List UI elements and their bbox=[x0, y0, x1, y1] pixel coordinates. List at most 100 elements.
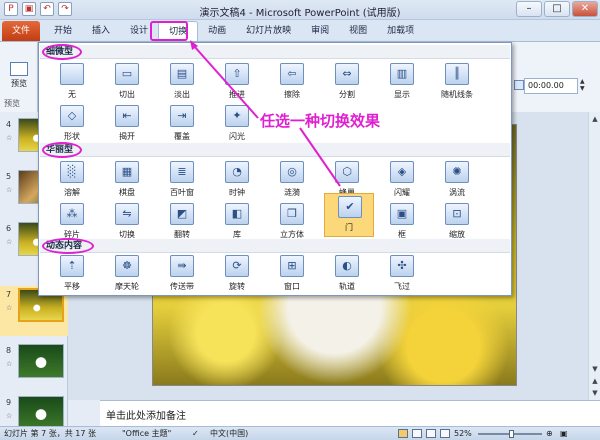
status-bar: 幻灯片 第 7 张，共 17 张 "Office 主题" ✓ 中文(中国) 52… bbox=[0, 426, 600, 440]
transition-cut[interactable]: ▭ 切出 bbox=[102, 61, 152, 103]
box-icon: ▣ bbox=[390, 203, 414, 225]
preview-button[interactable]: 预览 bbox=[6, 62, 32, 89]
transition-window[interactable]: ⊞ 窗口 bbox=[267, 253, 317, 295]
zoom-level[interactable]: 52% bbox=[454, 427, 472, 440]
tab-view[interactable]: 视图 bbox=[339, 21, 377, 41]
transition-cube[interactable]: ❒ 立方体 bbox=[267, 201, 317, 243]
vertical-scrollbar[interactable]: ▲ ▼ ▲ ▼ bbox=[588, 112, 600, 400]
transition-star-icon: ☆ bbox=[6, 186, 13, 194]
window-title: 演示文稿4 - Microsoft PowerPoint (试用版) bbox=[199, 8, 401, 19]
cover-icon: ⇥ bbox=[170, 105, 194, 127]
pan-icon: ⇡ bbox=[60, 255, 84, 277]
preview-group-label: 预览 bbox=[4, 99, 20, 108]
transition-doors-selected[interactable]: ✔ 门 bbox=[324, 193, 374, 237]
transition-rotate[interactable]: ⟳ 旋转 bbox=[212, 253, 262, 295]
minimize-button[interactable]: – bbox=[516, 1, 542, 17]
transition-clock[interactable]: ◔ 时钟 bbox=[212, 159, 262, 201]
none-icon bbox=[60, 63, 84, 85]
fly-through-icon: ✣ bbox=[390, 255, 414, 277]
transition-ferris-wheel[interactable]: ☸ 摩天轮 bbox=[102, 253, 152, 295]
theme-status: "Office 主题" bbox=[122, 429, 172, 438]
transition-ripple[interactable]: ◎ 涟漪 bbox=[267, 159, 317, 201]
ribbon-preview-group: 预览 预览 bbox=[0, 42, 38, 112]
reveal-icon: ▥ bbox=[390, 63, 414, 85]
transition-uncover[interactable]: ⇤ 揭开 bbox=[102, 103, 152, 145]
scroll-up-icon[interactable]: ▲ bbox=[590, 114, 600, 124]
transition-checkerboard[interactable]: ▦ 棋盘 bbox=[102, 159, 152, 201]
prev-slide-icon[interactable]: ▲ bbox=[590, 376, 600, 386]
category-header-dynamic: 动态内容 bbox=[40, 238, 510, 254]
duration-icon bbox=[514, 80, 524, 90]
slide-thumbnail[interactable] bbox=[18, 396, 64, 430]
notes-placeholder: 单击此处添加备注 bbox=[106, 411, 186, 422]
tab-insert[interactable]: 插入 bbox=[82, 21, 120, 41]
spinner-icon[interactable]: ▲ ▼ bbox=[580, 78, 585, 92]
scroll-down-icon[interactable]: ▼ bbox=[590, 364, 600, 374]
transition-star-icon: ☆ bbox=[6, 412, 13, 420]
transition-none[interactable]: 无 bbox=[47, 61, 97, 103]
transition-shred[interactable]: ⁂ 碎片 bbox=[47, 201, 97, 243]
normal-view-icon[interactable] bbox=[398, 429, 408, 438]
slide-number: 9 bbox=[6, 398, 12, 407]
tab-design[interactable]: 设计 bbox=[120, 21, 158, 41]
fade-icon: ▤ bbox=[170, 63, 194, 85]
transition-flip[interactable]: ◩ 翻转 bbox=[157, 201, 207, 243]
zoom-in-icon[interactable]: ⊕ bbox=[546, 427, 553, 440]
rotate-icon: ⟳ bbox=[225, 255, 249, 277]
tab-slideshow[interactable]: 幻灯片放映 bbox=[236, 21, 301, 41]
category-header-subtle: 细微型 bbox=[40, 44, 510, 60]
transition-vortex[interactable]: ✺ 涡流 bbox=[432, 159, 482, 201]
transition-random-bars[interactable]: ║ 随机线条 bbox=[432, 61, 482, 103]
transition-fade[interactable]: ▤ 淡出 bbox=[157, 61, 207, 103]
maximize-button[interactable]: □ bbox=[544, 1, 570, 17]
close-button[interactable]: ✕ bbox=[572, 1, 598, 17]
transition-gallery-effect[interactable]: ◧ 库 bbox=[212, 201, 262, 243]
spellcheck-icon[interactable]: ✓ bbox=[192, 427, 199, 440]
transition-switch[interactable]: ⇋ 切换 bbox=[102, 201, 152, 243]
category-label: 华丽型 bbox=[46, 145, 74, 155]
tab-home[interactable]: 开始 bbox=[44, 21, 82, 41]
language-status[interactable]: 中文(中国) bbox=[210, 427, 248, 440]
transition-push[interactable]: ⇧ 推进 bbox=[212, 61, 262, 103]
transition-cover[interactable]: ⇥ 覆盖 bbox=[157, 103, 207, 145]
transition-conveyor[interactable]: ⇛ 传送带 bbox=[157, 253, 207, 295]
preview-label: 预览 bbox=[11, 79, 27, 88]
next-slide-icon[interactable]: ▼ bbox=[590, 388, 600, 398]
transition-pan[interactable]: ⇡ 平移 bbox=[47, 253, 97, 295]
ripple-icon: ◎ bbox=[280, 161, 304, 183]
notes-pane[interactable]: 单击此处添加备注 bbox=[100, 400, 600, 426]
tab-animations[interactable]: 动画 bbox=[198, 21, 236, 41]
preview-icon bbox=[10, 62, 28, 76]
transition-fly-through[interactable]: ✣ 飞过 bbox=[377, 253, 427, 295]
transition-glitter[interactable]: ◈ 闪耀 bbox=[377, 159, 427, 201]
transition-zoom[interactable]: ⊡ 缩放 bbox=[432, 201, 482, 243]
transition-reveal[interactable]: ▥ 显示 bbox=[377, 61, 427, 103]
flip-icon: ◩ bbox=[170, 203, 194, 225]
category-header-exciting: 华丽型 bbox=[40, 142, 510, 158]
slide-sorter-icon[interactable] bbox=[412, 429, 422, 438]
reading-view-icon[interactable] bbox=[426, 429, 436, 438]
slide-thumb-row[interactable]: 8 ☆ bbox=[0, 342, 68, 392]
zoom-slider-thumb[interactable] bbox=[509, 430, 514, 438]
transition-shape[interactable]: ◇ 形状 bbox=[47, 103, 97, 145]
duration-input[interactable]: 00:00.00 bbox=[524, 78, 578, 94]
transition-orbit[interactable]: ◐ 轨道 bbox=[322, 253, 372, 295]
tab-transitions[interactable]: 切换 bbox=[158, 21, 199, 41]
slide-thumbnail[interactable] bbox=[18, 344, 64, 378]
orbit-icon: ◐ bbox=[335, 255, 359, 277]
checkerboard-icon: ▦ bbox=[115, 161, 139, 183]
transition-dissolve[interactable]: ░ 溶解 bbox=[47, 159, 97, 201]
transition-blinds[interactable]: ≣ 百叶窗 bbox=[157, 159, 207, 201]
random-bars-icon: ║ bbox=[445, 63, 469, 85]
clock-icon: ◔ bbox=[225, 161, 249, 183]
fit-window-icon[interactable]: ▣ bbox=[560, 427, 568, 440]
tab-review[interactable]: 审阅 bbox=[301, 21, 339, 41]
transition-split[interactable]: ⇔ 分割 bbox=[322, 61, 372, 103]
slide-number: 8 bbox=[6, 346, 12, 355]
slideshow-view-icon[interactable] bbox=[440, 429, 450, 438]
transition-box[interactable]: ▣ 框 bbox=[377, 201, 427, 243]
transition-wipe[interactable]: ⇦ 擦除 bbox=[267, 61, 317, 103]
tab-addins[interactable]: 加载项 bbox=[377, 21, 424, 41]
transition-flash[interactable]: ✦ 闪光 bbox=[212, 103, 262, 145]
tab-file[interactable]: 文件 bbox=[2, 21, 41, 41]
